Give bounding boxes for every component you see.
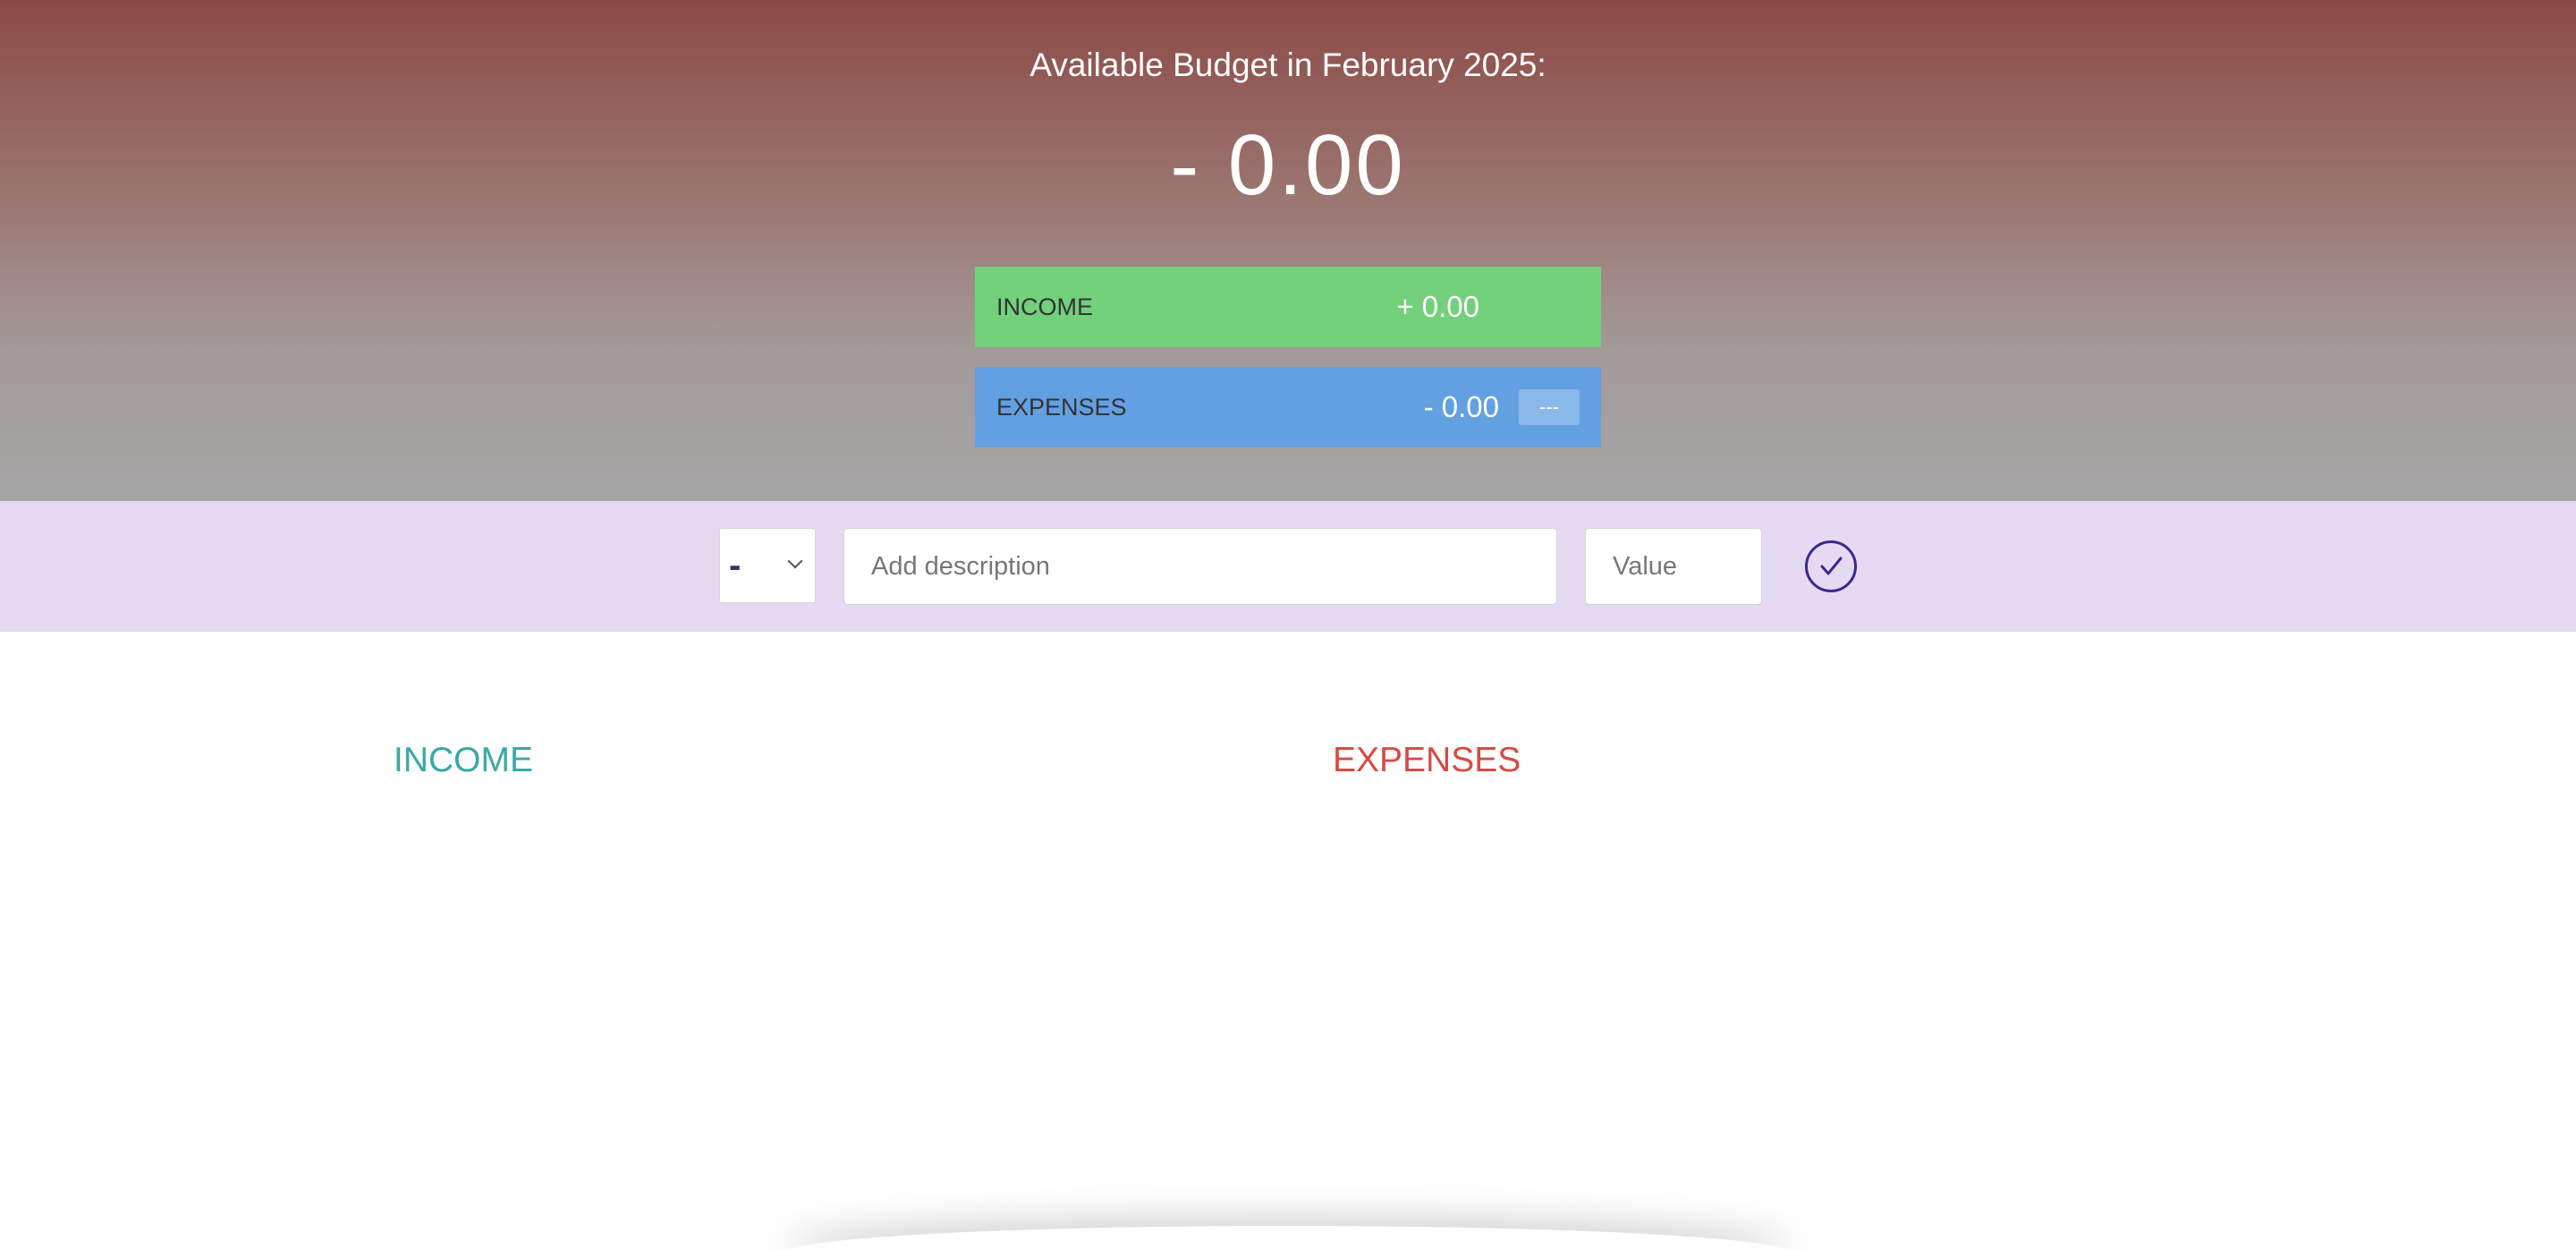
budget-header: Available Budget in February 2025: - 0.0…: [0, 0, 2576, 501]
budget-value: - 0.00: [1170, 117, 1406, 213]
description-input[interactable]: [843, 528, 1557, 605]
budget-title: Available Budget in February 2025:: [1030, 47, 1546, 83]
expenses-percentage-badge: ---: [1519, 389, 1580, 425]
expenses-summary-value: - 0.00: [1423, 390, 1499, 423]
chevron-down-icon: [783, 552, 809, 579]
income-list-title: INCOME: [394, 741, 533, 779]
expenses-summary-label: EXPENSES: [996, 393, 1127, 421]
bottom-shadow: [787, 1226, 1789, 1250]
add-item-bar: -: [0, 501, 2576, 632]
income-summary-label: INCOME: [996, 293, 1093, 320]
add-item-button[interactable]: [1805, 540, 1857, 592]
income-summary-value: + 0.00: [1396, 290, 1479, 323]
value-input[interactable]: [1585, 528, 1762, 605]
type-select-value: -: [729, 545, 741, 585]
income-summary: INCOME + 0.00: [975, 267, 1601, 347]
expenses-list-title: EXPENSES: [1333, 741, 1521, 779]
checkmark-circle-icon: [1820, 557, 1843, 575]
expenses-summary: EXPENSES - 0.00 ---: [975, 367, 1601, 447]
type-select[interactable]: -: [719, 528, 816, 603]
